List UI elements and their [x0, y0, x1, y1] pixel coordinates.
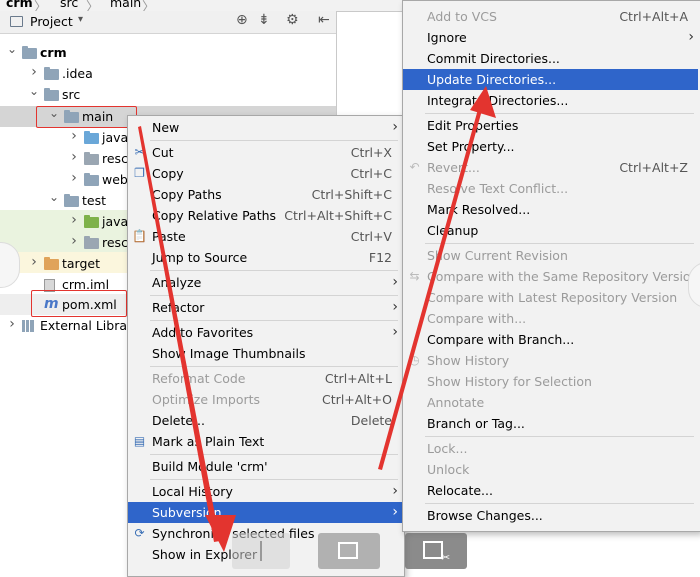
- annotation-arrow-shaft-2: [378, 102, 484, 470]
- annotation-arrow-head-2: [470, 86, 496, 118]
- annotation-arrows: [138, 86, 496, 552]
- annotation-arrow-shaft-1: [138, 126, 220, 542]
- annotation-arrow-head-1: [205, 515, 236, 552]
